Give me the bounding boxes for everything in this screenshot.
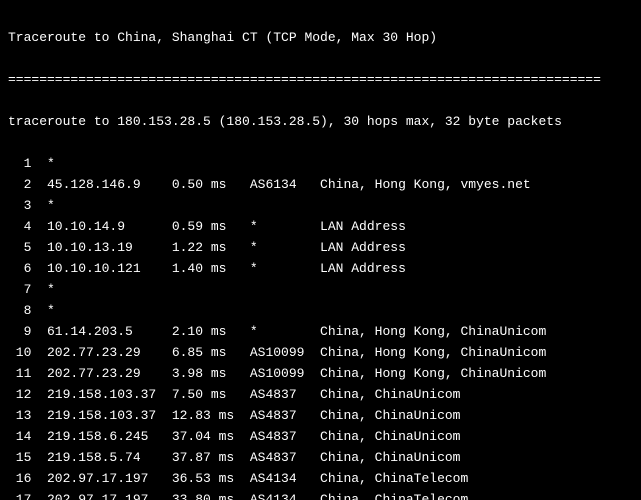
hop-row: 2 45.128.146.9 0.50 ms AS6134 China, Hon… — [8, 174, 633, 195]
hop-row: 9 61.14.203.5 2.10 ms * China, Hong Kong… — [8, 321, 633, 342]
hop-row: 3 * — [8, 195, 633, 216]
hop-row: 12 219.158.103.37 7.50 ms AS4837 China, … — [8, 384, 633, 405]
hop-row: 5 10.10.13.19 1.22 ms * LAN Address — [8, 237, 633, 258]
hop-row: 4 10.10.14.9 0.59 ms * LAN Address — [8, 216, 633, 237]
hop-row: 6 10.10.10.121 1.40 ms * LAN Address — [8, 258, 633, 279]
hop-row: 8 * — [8, 300, 633, 321]
hop-row: 14 219.158.6.245 37.04 ms AS4837 China, … — [8, 426, 633, 447]
title-line: Traceroute to China, Shanghai CT (TCP Mo… — [8, 27, 633, 48]
hop-row: 1 * — [8, 153, 633, 174]
hop-list: 1 * 2 45.128.146.9 0.50 ms AS6134 China,… — [8, 153, 633, 500]
terminal-output: Traceroute to China, Shanghai CT (TCP Mo… — [0, 0, 641, 500]
hop-row: 7 * — [8, 279, 633, 300]
hop-row: 17 202.97.17.197 33.80 ms AS4134 China, … — [8, 489, 633, 500]
hop-row: 11 202.77.23.29 3.98 ms AS10099 China, H… — [8, 363, 633, 384]
hop-row: 15 219.158.5.74 37.87 ms AS4837 China, C… — [8, 447, 633, 468]
hop-row: 16 202.97.17.197 36.53 ms AS4134 China, … — [8, 468, 633, 489]
hop-row: 10 202.77.23.29 6.85 ms AS10099 China, H… — [8, 342, 633, 363]
hop-row: 13 219.158.103.37 12.83 ms AS4837 China,… — [8, 405, 633, 426]
divider-line: ========================================… — [8, 69, 633, 90]
summary-line: traceroute to 180.153.28.5 (180.153.28.5… — [8, 111, 633, 132]
